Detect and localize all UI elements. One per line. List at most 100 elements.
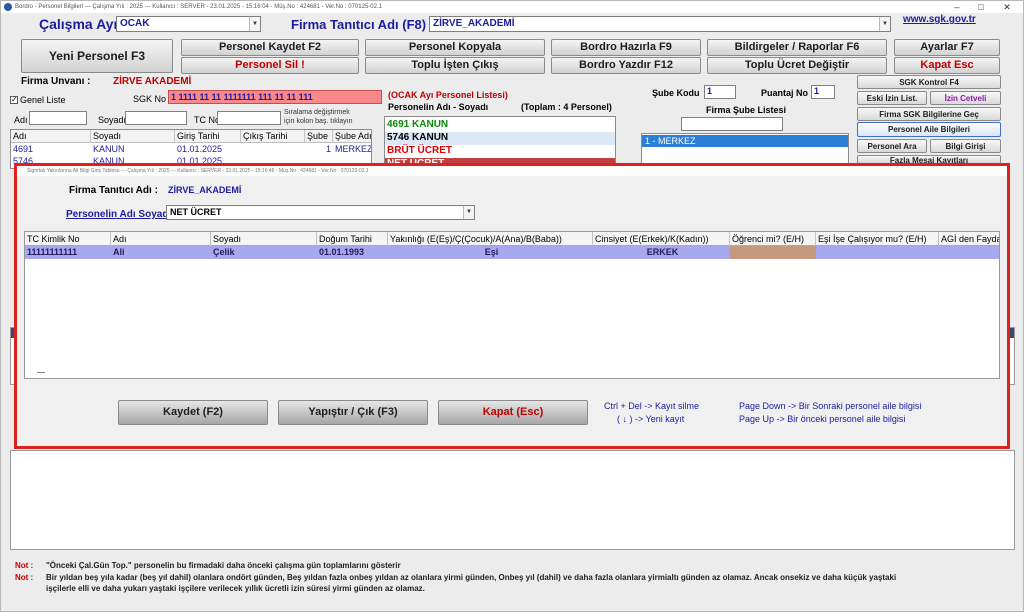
column-header[interactable]: Şube [305,130,333,143]
personel-list-header: Personelin Adı - Soyadı [388,102,489,112]
sube-listbox[interactable]: 1 - MERKEZ [641,133,849,166]
chevron-down-icon[interactable]: ▼ [879,17,890,31]
column-header[interactable]: Adı [111,232,211,246]
title-bar: Bordro - Personel Bilgileri --- Çalışma … [1,1,1023,13]
chevron-down-icon[interactable]: ▼ [249,17,260,31]
dialog-kapat-button[interactable]: Kapat (Esc) [438,400,588,425]
column-header[interactable]: Soyadı [91,130,175,143]
column-header[interactable]: Şube Adı [333,130,371,143]
tc-no-search-input[interactable] [217,111,281,125]
calisma-ayi-select[interactable]: OCAK ▼ [116,16,261,32]
personel-toplam: (Toplam : 4 Personel) [521,102,612,112]
table-cell[interactable] [816,246,939,259]
sgk-no-field[interactable]: 1 1111 11 11 1111111 111 11 11 111 [168,90,382,104]
note-text: işçilerle elli ve daha yukarı yaştaki iş… [46,584,425,593]
note-label: Not : [15,573,34,582]
list-item[interactable]: 1 - MERKEZ [642,135,848,147]
hint-page-down: Page Down -> Bir Sonraki personel aile b… [739,401,922,411]
column-header[interactable]: Öğrenci mi? (E/H) [730,232,816,246]
hint-page-up: Page Up -> Bir önceki personel aile bilg… [739,414,906,424]
toplu-isten-cikis-button[interactable]: Toplu İşten Çıkış [365,57,545,74]
list-item[interactable]: 5746 KANUN [385,132,615,145]
column-header[interactable]: Giriş Tarihi [175,130,241,143]
kaydet-button[interactable]: Kaydet (F2) [118,400,268,425]
personel-sil-button[interactable]: Personel Sil ! [181,57,359,74]
ayarlar-button[interactable]: Ayarlar F7 [894,39,1000,56]
personel-kaydet-button[interactable]: Personel Kaydet F2 [181,39,359,56]
adi-label: Adı [14,115,28,125]
column-header[interactable]: Doğum Tarihi [317,232,388,246]
adi-search-input[interactable] [29,111,87,125]
dialog-personel-select[interactable]: NET ÜCRET ▼ [166,205,475,220]
minimize-icon[interactable]: – [945,1,969,13]
list-item[interactable]: 4691 KANUN [385,119,615,132]
maximize-icon[interactable]: □ [969,1,993,13]
table-row[interactable]: 11111111111 Ali Çelik 01.01.1993 Eşi ERK… [25,246,999,259]
aile-grid-header: TC Kimlik No Adı Soyadı Doğum Tarihi Yak… [25,232,999,246]
grid-scroll-marker [37,372,45,373]
main-window: Bordro - Personel Bilgileri --- Çalışma … [0,0,1024,612]
window-title: Bordro - Personel Bilgileri --- Çalışma … [15,4,382,10]
background-panel [10,450,1015,550]
yeni-personel-button[interactable]: Yeni Personel F3 [21,39,173,73]
grid-header: Adı Soyadı Giriş Tarihi Çıkış Tarihi Şub… [11,130,371,143]
soyadi-label: Soyadı [98,115,127,125]
list-item[interactable]: BRÜT ÜCRET [385,145,615,158]
column-header[interactable]: AGİ den Faydalanıyor mu? [939,232,999,246]
chevron-down-icon[interactable]: ▼ [463,206,474,219]
sube-filter-input[interactable] [681,117,783,131]
personel-listbox[interactable]: 4691 KANUN 5746 KANUN BRÜT ÜCRET NET ÜCR… [384,116,616,166]
note-text: "Önceki Çal.Gün Top." personelin bu firm… [46,561,401,570]
genel-liste-checkbox[interactable]: ✓ [10,96,18,104]
puantaj-no-label: Puantaj No [761,88,809,98]
column-header[interactable]: Cinsiyet (E(Erkek)/K(Kadın)) [593,232,730,246]
dialog-firma-label: Firma Tanıtıcı Adı : [69,185,158,196]
aile-grid[interactable]: TC Kimlik No Adı Soyadı Doğum Tarihi Yak… [24,231,1000,379]
personel-kopyala-button[interactable]: Personel Kopyala [365,39,545,56]
column-header[interactable]: TC Kimlik No [25,232,111,246]
note-text: Bir yıldan beş yıla kadar (beş yıl dahil… [46,573,897,582]
column-header[interactable]: Soyadı [211,232,317,246]
firma-tanitici-select[interactable]: ZİRVE_AKADEMİ ▼ [429,16,891,32]
column-header[interactable]: Yakınlığı (E(Eş)/Ç(Çocuk)/A(Ana)/B(Baba)… [388,232,593,246]
kapat-button[interactable]: Kapat Esc [894,57,1000,74]
column-header[interactable]: Çıkış Tarihi [241,130,305,143]
soyadi-search-input[interactable] [125,111,187,125]
firma-tanitici-label: Firma Tanıtıcı Adı (F8) [291,17,427,32]
eski-izin-button[interactable]: Eski İzin List. [857,91,927,105]
column-header[interactable]: Eşi İşe Çalışıyor mu? (E/H) [816,232,939,246]
firma-tanitici-value: ZİRVE_AKADEMİ [433,18,515,29]
sgk-link[interactable]: www.sgk.gov.tr [903,14,976,25]
yapistir-cik-button[interactable]: Yapıştır / Çık (F3) [278,400,428,425]
table-cell[interactable]: ERKEK [593,246,730,259]
bordro-yazdir-button[interactable]: Bordro Yazdır F12 [551,57,701,74]
puantaj-no-input[interactable]: 1 [811,85,835,99]
table-cell[interactable] [939,246,999,259]
bildirgeler-raporlar-button[interactable]: Bildirgeler / Raporlar F6 [707,39,887,56]
sgk-kontrol-button[interactable]: SGK Kontrol F4 [857,75,1001,89]
firma-sgk-button[interactable]: Firma SGK Bilgilerine Geç [857,107,1001,121]
sube-kodu-input[interactable]: 1 [704,85,736,99]
close-icon[interactable]: ✕ [995,1,1019,13]
sube-kodu-label: Şube Kodu [652,88,700,98]
dialog-title: Sigortalı Yakınlarına Ait Bilgi Giriş Ta… [17,166,1007,176]
table-cell[interactable]: Çelik [211,246,317,259]
firma-sube-listesi-label: Firma Şube Listesi [706,105,787,115]
sgk-no-label: SGK No [133,94,167,104]
toplu-ucret-button[interactable]: Toplu Ücret Değiştir [707,57,887,74]
table-cell[interactable]: Eşi [388,246,593,259]
personel-ara-button[interactable]: Personel Ara [857,139,927,153]
izin-cetveli-button[interactable]: İzin Cetveli [930,91,1001,105]
column-header[interactable]: Adı [11,130,91,143]
table-cell[interactable]: 01.01.1993 [317,246,388,259]
bilgi-girisi-button[interactable]: Bilgi Girişi [930,139,1001,153]
personel-aile-button[interactable]: Personel Aile Bilgileri [857,122,1001,137]
table-cell[interactable]: Ali [111,246,211,259]
personel-list-title: (OCAK Ayı Personel Listesi) [388,90,508,100]
bordro-hazirla-button[interactable]: Bordro Hazırla F9 [551,39,701,56]
siralama-hint-2: için kolon baş. tıklayın [284,118,353,125]
table-cell[interactable]: 11111111111 [25,246,111,259]
table-row[interactable]: 4691 KANUN 01.01.2025 1 MERKEZ [11,143,371,155]
aile-bilgi-dialog: Sigortalı Yakınlarına Ait Bilgi Giriş Ta… [14,163,1010,449]
table-cell[interactable] [730,246,816,259]
